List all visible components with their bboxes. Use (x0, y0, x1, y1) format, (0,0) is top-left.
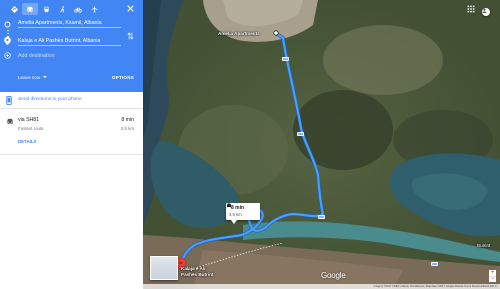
destination-label-line2: Pashës Butrint (181, 271, 214, 277)
satellite-map[interactable]: SH81 SH81 SH81 SH81 Amelia Apartments Bu… (143, 0, 500, 289)
route-option-card[interactable]: via SH81 8 min Fastest route 3.9 km DETA… (0, 109, 143, 155)
directions-header: Amelia Apartments, Ksamil, Albania Kalaj… (0, 0, 143, 92)
callout-time-row: 8 min (227, 203, 257, 211)
origin-input[interactable]: Amelia Apartments, Ksamil, Albania (18, 18, 121, 28)
car-icon[interactable] (22, 3, 38, 15)
origin-map-label[interactable]: Amelia Apartments (218, 31, 260, 36)
callout-distance: 3.9 km (229, 212, 242, 217)
zoom-out-button[interactable]: − (489, 276, 496, 282)
route-distance: 3.9 km (120, 126, 134, 131)
map-type-toggle[interactable] (150, 256, 178, 280)
town-map-label: Butrint (477, 243, 491, 248)
transit-icon[interactable] (38, 3, 54, 15)
road-shield-sh81: SH81 (282, 57, 289, 61)
callout-time: 8 min (231, 205, 245, 211)
options-button[interactable]: OPTIONS (112, 75, 134, 80)
route-time: 8 min (121, 117, 134, 123)
car-icon (6, 118, 14, 127)
swap-icon[interactable] (125, 31, 135, 41)
road-shield-sh81: SH81 (318, 215, 325, 219)
add-destination-icon[interactable] (4, 52, 11, 61)
add-destination-field[interactable]: Add destination (18, 51, 121, 61)
destination-map-label[interactable]: Kalaja e Ali Pashës Butrint (181, 266, 213, 277)
phone-icon (6, 96, 12, 107)
origin-dot-icon (4, 21, 11, 30)
leave-now-label: Leave now (18, 75, 41, 80)
leave-now-dropdown[interactable]: Leave now (18, 75, 48, 80)
route-note: Fastest route (18, 126, 44, 131)
directions-panel: Amelia Apartments, Ksamil, Albania Kalaj… (0, 0, 143, 289)
send-to-phone-row[interactable]: Send directions to your phone (0, 92, 143, 109)
google-logo: Google (321, 271, 346, 280)
satellite-imagery (143, 0, 500, 289)
close-icon[interactable] (125, 3, 135, 13)
road-shield-sh81: SH81 (431, 262, 438, 266)
apps-grid-icon[interactable] (467, 5, 475, 13)
send-to-phone-label: Send directions to your phone (18, 97, 82, 102)
route-via: via SH81 (18, 117, 40, 123)
destination-input[interactable]: Kalaja e Ali Pashës Butrint, Albania (18, 36, 121, 46)
travel-mode-bar (6, 3, 138, 15)
road-shield-sh81: SH81 (297, 132, 304, 136)
best-mode-icon[interactable] (6, 3, 22, 15)
route-callout[interactable]: 8 min 3.9 km (226, 203, 260, 224)
map-attribution-footer: Imagery ©2017 CNES / Airbus, TerraMetric… (143, 284, 500, 289)
walk-icon[interactable] (54, 3, 70, 15)
destination-pin-icon (4, 37, 11, 47)
chevron-down-icon (43, 75, 48, 80)
flight-icon[interactable] (86, 3, 102, 15)
bicycle-icon[interactable] (70, 3, 86, 15)
details-link[interactable]: DETAILS (18, 139, 36, 144)
account-avatar-icon[interactable] (482, 8, 490, 16)
